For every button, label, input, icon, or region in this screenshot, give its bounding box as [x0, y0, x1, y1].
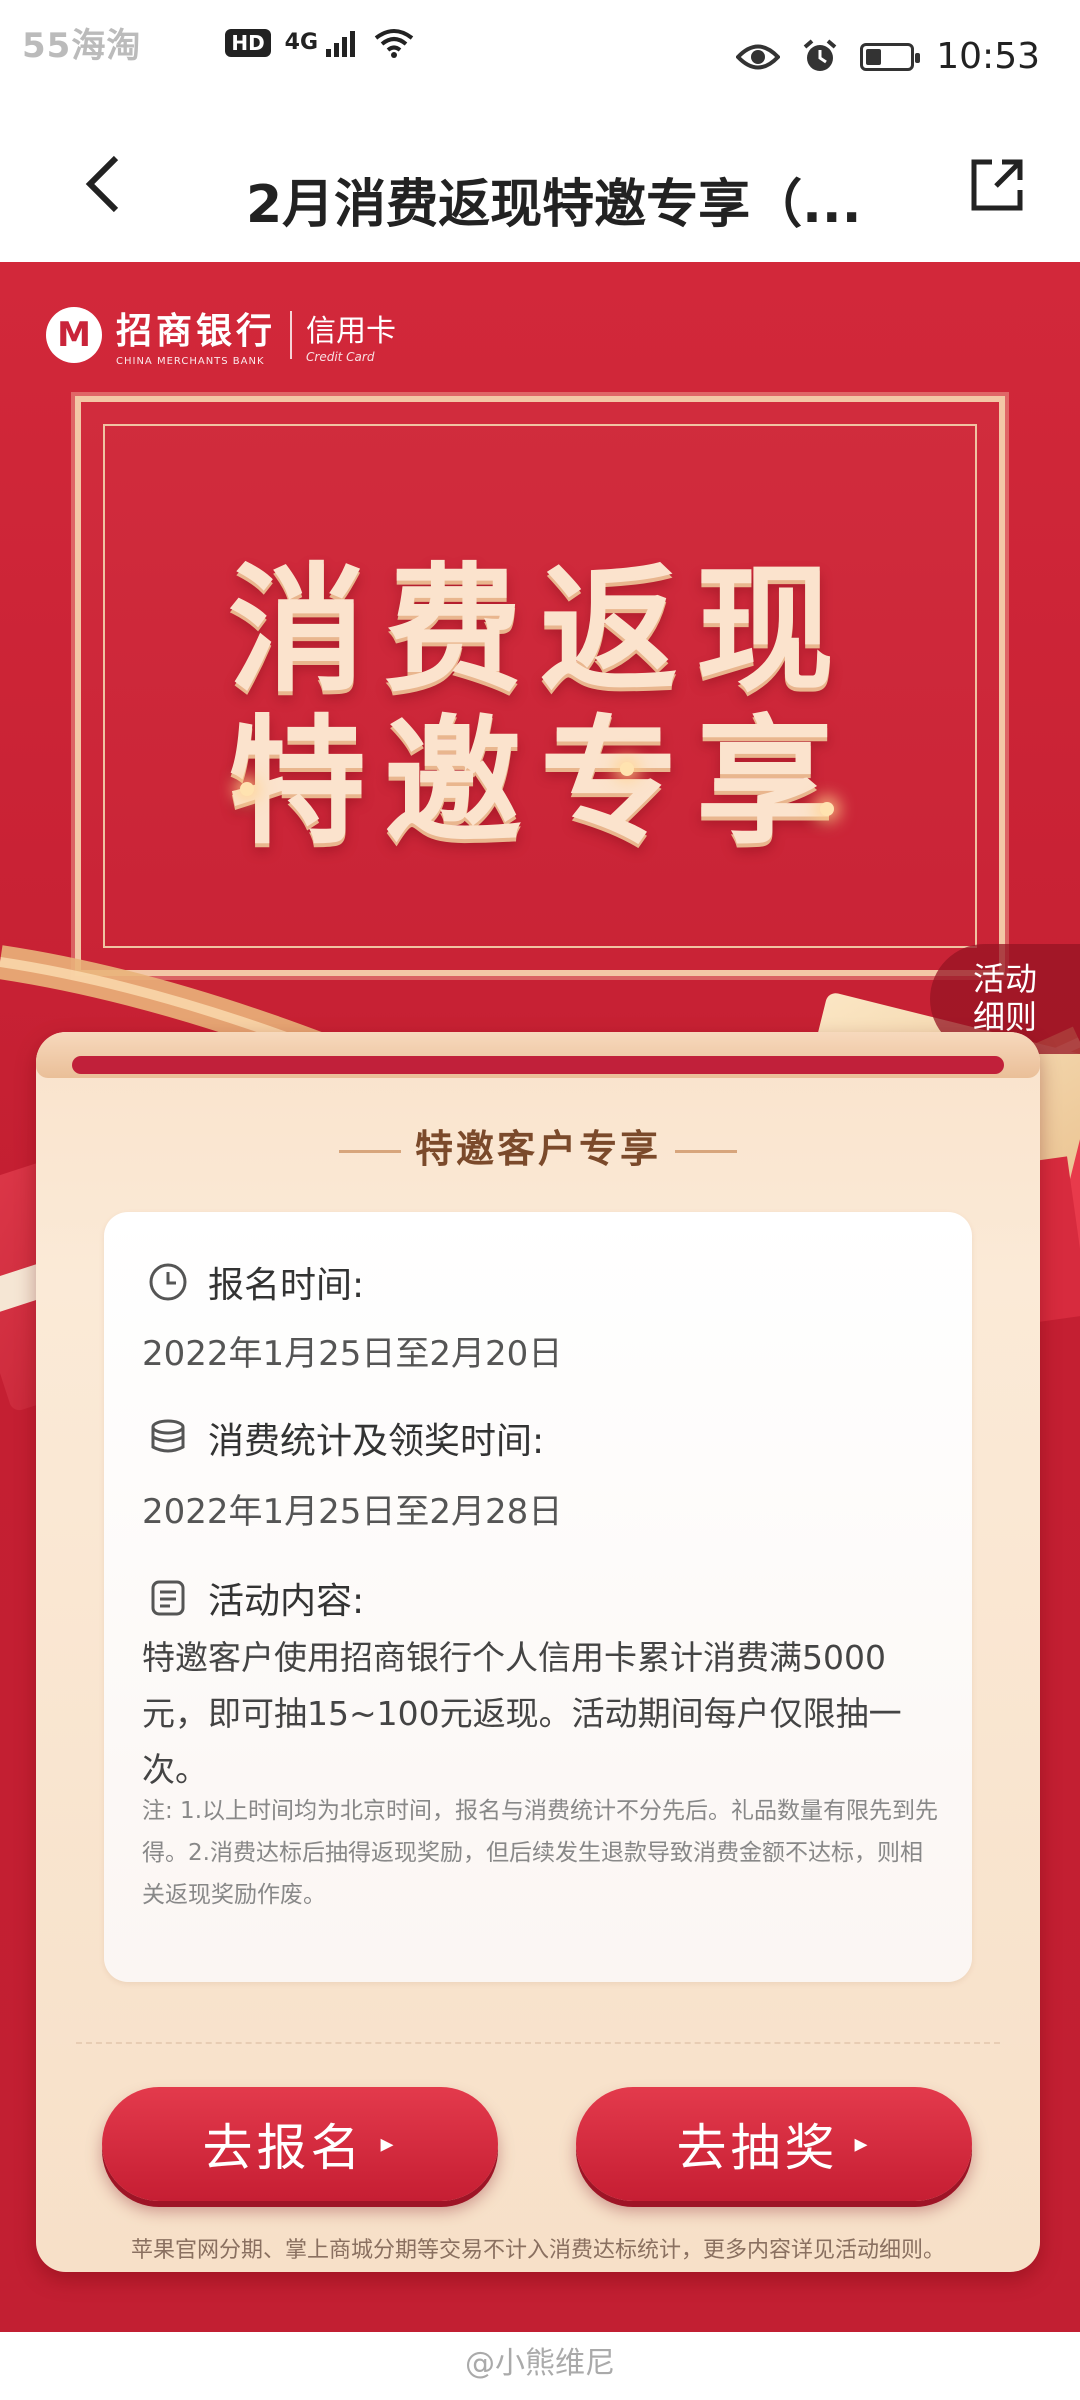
alarm-icon: [803, 38, 837, 71]
card-name-cn: 信用卡: [306, 313, 397, 349]
register-button-label: 去报名: [202, 2119, 365, 2177]
sparkle-decoration: [820, 802, 834, 816]
sparkle-decoration: [240, 782, 254, 796]
panel-rim: [36, 1032, 1040, 1078]
activity-content-value: 特邀客户使用招商银行个人信用卡累计消费满5000元，即可抽15~100元返现。活…: [142, 1638, 902, 1789]
signal-icon: 4G: [285, 29, 360, 57]
battery-icon: [860, 42, 921, 71]
panel-heading: 特邀客户专享: [36, 1118, 1040, 1173]
eye-icon: [736, 44, 781, 69]
back-button[interactable]: [80, 152, 126, 227]
activity-content-label: 活动内容:: [208, 1581, 365, 1622]
promo-page: M 招商银行 CHINA MERCHANTS BANK 信用卡 Credit C…: [0, 262, 1080, 2332]
chevron-left-icon: [85, 155, 119, 213]
register-button[interactable]: 去报名 ▸: [102, 2087, 498, 2201]
activity-content-title: 活动内容:: [148, 1572, 364, 1624]
nav-bar: 2月消费返现特邀专享（...: [0, 120, 1080, 260]
registration-time-title: 报名时间:: [148, 1256, 364, 1308]
stats-time-title: 消费统计及领奖时间:: [148, 1412, 544, 1464]
bank-brand: M 招商银行 CHINA MERCHANTS BANK 信用卡 Credit C…: [46, 302, 396, 367]
dashed-divider: [76, 2042, 1000, 2044]
document-icon: [151, 1580, 185, 1616]
panel-footnote: 苹果官网分期、掌上商城分期等交易不计入消费达标统计，更多内容详见活动细则。: [130, 2238, 945, 2263]
wifi-icon: [374, 28, 413, 58]
card-name-en: Credit Card: [306, 349, 375, 364]
details-card: 报名时间: 2022年1月25日至2月20日 消费统计及领奖时间: 2022年1…: [104, 1212, 972, 1982]
hero-title-line2: 特邀专享: [227, 700, 852, 863]
page-title: 2月消费返现特邀专享（...: [246, 175, 862, 235]
status-brand-text: 55海淘: [22, 26, 142, 66]
watermark: @小熊维尼: [0, 2334, 1080, 2400]
coins-icon: [151, 1419, 185, 1453]
rules-tab-line2: 细则: [972, 998, 1037, 1036]
bank-logo-icon: M: [46, 306, 102, 363]
chevron-right-icon: ▸: [380, 2129, 398, 2159]
bank-name-cn: 招商银行: [116, 310, 277, 352]
battery-level: [866, 48, 881, 65]
terms-note: 注: 1.以上时间均为北京时间，报名与消费统计不分先后。礼品数量有限先到先得。2…: [142, 1798, 939, 1908]
panel-heading-text: 特邀客户专享: [414, 1127, 661, 1171]
brand-divider: [290, 310, 293, 359]
clock-icon: [149, 1263, 187, 1301]
status-time: 10:53: [936, 36, 1040, 77]
stats-time-label: 消费统计及领奖时间:: [208, 1421, 545, 1462]
registration-time-label: 报名时间:: [208, 1265, 365, 1306]
info-panel: 特邀客户专享 报名时间: 2022年1月25日至2月20日 消费统计及领奖时间:: [36, 1032, 1040, 2272]
lottery-button[interactable]: 去抽奖 ▸: [576, 2087, 972, 2201]
rules-tab-line1: 活动: [972, 960, 1037, 998]
chevron-right-icon: ▸: [854, 2129, 872, 2159]
status-bar: 55海淘 HD 4G 10:53: [0, 0, 1080, 120]
lottery-button-label: 去抽奖: [676, 2119, 839, 2177]
stats-time-value: 2022年1月25日至2月28日: [142, 1492, 563, 1532]
network-type: 4G: [284, 29, 319, 55]
bank-name-en: CHINA MERCHANTS BANK: [116, 356, 265, 367]
hd-icon: HD: [225, 28, 271, 57]
registration-time-value: 2022年1月25日至2月20日: [142, 1334, 563, 1374]
sparkle-decoration: [620, 762, 634, 776]
share-icon[interactable]: [966, 154, 1028, 216]
